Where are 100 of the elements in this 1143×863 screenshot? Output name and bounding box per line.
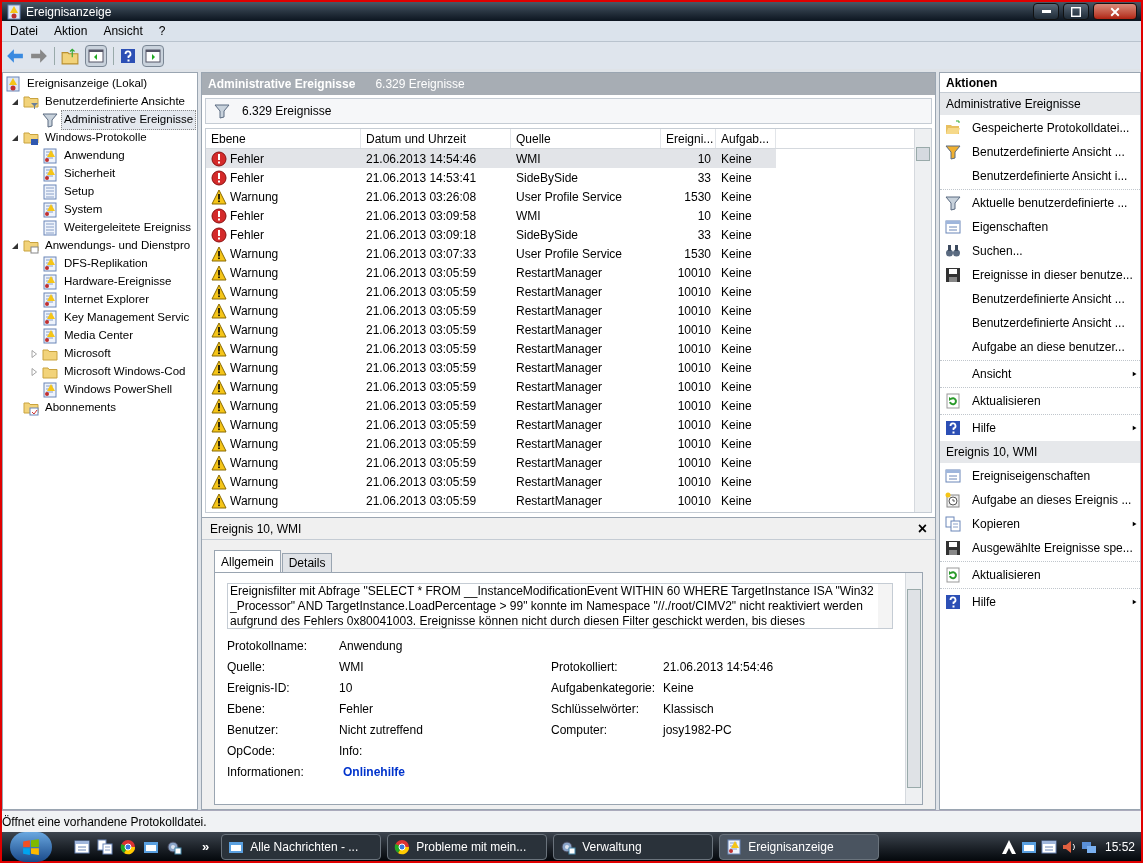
restore-icon: [1071, 6, 1081, 17]
action-link[interactable]: Aktualisieren: [972, 392, 1138, 410]
column-header[interactable]: Quelle: [511, 129, 661, 148]
menu-item[interactable]: Ansicht: [95, 22, 151, 40]
menu-item[interactable]: Aktion: [46, 22, 96, 40]
tree-item[interactable]: System: [61, 200, 106, 220]
table-cell-text: Warnung: [230, 340, 279, 358]
column-header[interactable]: Aufgab...: [716, 129, 776, 148]
tree-item[interactable]: Ereignisanzeige (Lokal): [24, 74, 151, 94]
table-cell-text: Warnung: [230, 359, 279, 377]
tree-item[interactable]: Windows PowerShell: [61, 380, 175, 400]
quick-launch-button[interactable]: [74, 838, 90, 855]
action-link[interactable]: Ereigniseigenschaften: [972, 467, 1138, 485]
folder-icon: [23, 130, 39, 146]
table-cell-text: 10010: [676, 264, 712, 282]
log-icon: [42, 166, 58, 182]
field-value: Anwendung: [339, 637, 403, 655]
tree-item[interactable]: Anwendungs- und Dienstpro: [42, 236, 194, 256]
table-cell-text: RestartManager: [515, 492, 604, 510]
tree-item[interactable]: Internet Explorer: [61, 290, 152, 310]
column-header[interactable]: Datum und Uhrzeit: [361, 129, 511, 148]
action-link[interactable]: Aufgabe an dieses Ereignis ...: [972, 491, 1138, 509]
scrollbar[interactable]: [914, 129, 931, 512]
table-cell-text: Keine: [720, 188, 753, 206]
scrollbar[interactable]: [905, 573, 922, 804]
table-cell-text: SideBySide: [515, 226, 580, 244]
tree-item[interactable]: Microsoft: [61, 344, 114, 364]
tree-item[interactable]: Administrative Ereignisse: [61, 110, 197, 130]
field-value: Info:: [339, 742, 363, 760]
table-cell-text: RestartManager: [515, 435, 604, 453]
tree-item[interactable]: Setup: [61, 182, 98, 202]
action-link[interactable]: Suchen...: [972, 242, 1138, 260]
close-button[interactable]: [1093, 3, 1137, 20]
table-cell-text: Keine: [720, 340, 753, 358]
tree-item[interactable]: Microsoft Windows-Cod: [61, 362, 189, 382]
scrollbar[interactable]: [878, 584, 892, 628]
tray-icon: [1000, 838, 1017, 855]
taskbar-button[interactable]: Probleme mit mein...: [387, 833, 548, 860]
tab[interactable]: Allgemein: [214, 550, 281, 572]
pane-icon: [145, 47, 161, 64]
tree-item[interactable]: Benutzerdefinierte Ansichte: [42, 92, 188, 112]
table-cell-text: 21.06.2013 03:05:59: [365, 416, 478, 434]
tab[interactable]: Details: [281, 553, 333, 572]
close-button[interactable]: ×: [917, 520, 927, 537]
action-link[interactable]: Benutzerdefinierte Ansicht ...: [972, 143, 1138, 161]
action-link[interactable]: Ausgewählte Ereignisse spe...: [972, 539, 1138, 557]
field-value: Klassisch: [663, 700, 714, 718]
tree-item[interactable]: Hardware-Ereignisse: [61, 272, 175, 292]
pane-toggle-button[interactable]: [142, 44, 164, 67]
selected-row[interactable]: Fehler 21.06.2013 14:54:46 WMI 10 Keine: [206, 149, 776, 168]
taskbar-button[interactable]: Alle Nachrichten - ...: [221, 833, 382, 860]
overflow-button[interactable]: »: [202, 836, 210, 857]
action-link[interactable]: Ansicht: [972, 365, 1132, 383]
action-link[interactable]: Ereignisse in dieser benutze...: [972, 266, 1138, 284]
action-link[interactable]: Aufgabe an diese benutzer...: [972, 338, 1138, 356]
tree-item[interactable]: Windows-Protokolle: [42, 128, 150, 148]
menu-item[interactable]: Datei: [2, 22, 46, 40]
action-link[interactable]: Aktualisieren: [972, 566, 1138, 584]
table-cell-text: RestartManager: [515, 283, 604, 301]
action-link[interactable]: Eigenschaften: [972, 218, 1138, 236]
folder-icon: [61, 46, 79, 65]
menu-item[interactable]: ?: [150, 22, 174, 40]
log-icon: [42, 274, 58, 290]
start-button[interactable]: [10, 831, 52, 862]
action-link[interactable]: Aktuelle benutzerdefinierte ...: [972, 194, 1138, 212]
action-link[interactable]: Kopieren: [972, 515, 1132, 533]
quick-launch-button[interactable]: [120, 838, 136, 855]
quick-launch-button[interactable]: [166, 838, 182, 855]
help-link[interactable]: Onlinehilfe: [339, 761, 405, 782]
tree-item[interactable]: Abonnements: [42, 398, 119, 418]
action-link[interactable]: Hilfe: [972, 419, 1132, 437]
copy-icon: [97, 838, 113, 855]
action-link[interactable]: Benutzerdefinierte Ansicht ...: [972, 314, 1138, 332]
action-link[interactable]: Benutzerdefinierte Ansicht ...: [972, 290, 1138, 308]
field-value: Keine: [663, 679, 694, 697]
quick-launch-button[interactable]: [97, 838, 113, 855]
field-label: Protokolliert:: [551, 658, 619, 676]
taskbar-button[interactable]: Ereignisanzeige: [719, 833, 880, 860]
section-header[interactable]: Ereignis 10, WMI: [940, 441, 1140, 463]
action-link[interactable]: Benutzerdefinierte Ansicht i...: [972, 167, 1138, 185]
folder-icon: [23, 94, 39, 110]
tree-item[interactable]: Anwendung: [61, 146, 128, 166]
table-cell-text: 1530: [683, 245, 712, 263]
restore-button[interactable]: [1063, 3, 1089, 20]
action-link[interactable]: Gespeicherte Protokolldatei...: [972, 119, 1138, 137]
tree-item[interactable]: DFS-Replikation: [61, 254, 151, 274]
minimize-button[interactable]: [1033, 3, 1059, 20]
action-link[interactable]: Hilfe: [972, 593, 1132, 611]
table-cell-text: 10010: [676, 473, 712, 491]
column-header[interactable]: Ebene: [206, 129, 361, 148]
table-cell-text: Warnung: [230, 283, 279, 301]
column-header[interactable]: Ereigni...: [661, 129, 716, 148]
tree-item[interactable]: Media Center: [61, 326, 137, 346]
tree-item[interactable]: Key Management Servic: [61, 308, 193, 328]
table-cell-text: Keine: [720, 378, 753, 396]
section-header[interactable]: Administrative Ereignisse: [940, 93, 1140, 115]
pane-toggle-button[interactable]: [85, 44, 107, 67]
taskbar-button[interactable]: Verwaltung: [553, 833, 714, 860]
tree-item[interactable]: Weitergeleitete Ereigniss: [61, 218, 194, 238]
tree-item[interactable]: Sicherheit: [61, 164, 119, 184]
